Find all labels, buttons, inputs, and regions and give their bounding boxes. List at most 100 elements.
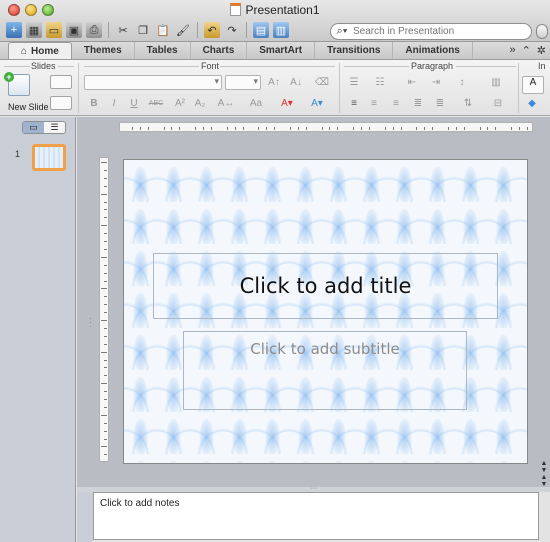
horizontal-ruler[interactable] xyxy=(119,122,533,132)
decrease-indent-icon[interactable]: ⇤ xyxy=(404,75,420,90)
notes-pane[interactable]: Click to add notes xyxy=(93,492,539,540)
notes-placeholder-text: Click to add notes xyxy=(100,498,180,509)
tab-animations[interactable]: Animations xyxy=(393,42,473,59)
toolbar-toggle-button[interactable] xyxy=(536,24,548,39)
font-size-select[interactable] xyxy=(225,75,261,90)
change-case-icon[interactable]: Aa xyxy=(248,96,264,111)
ruler-tick xyxy=(104,391,107,393)
scroll-down-icon[interactable]: ▼ xyxy=(539,467,549,474)
text-box-button[interactable]: A xyxy=(522,76,544,94)
subtitle-placeholder[interactable]: Click to add subtitle xyxy=(183,331,467,410)
font-color-icon[interactable]: A▾ xyxy=(279,96,295,111)
cut-icon[interactable]: ✂ xyxy=(115,22,131,38)
bold-icon[interactable]: B xyxy=(86,96,102,111)
tab-charts[interactable]: Charts xyxy=(191,42,248,59)
ruler-tick xyxy=(101,162,107,163)
ruler-tick xyxy=(487,127,489,130)
slides-view-icon[interactable]: ▭ xyxy=(23,122,44,133)
strikethrough-icon[interactable]: ABC xyxy=(148,96,164,111)
character-spacing-icon[interactable]: A↔ xyxy=(218,96,235,111)
chevron-right-icon[interactable]: » xyxy=(509,44,515,57)
plus-icon: + xyxy=(4,72,14,82)
distributed-icon[interactable]: ≣ xyxy=(432,96,448,111)
text-direction-icon[interactable]: ⇅ xyxy=(460,96,476,111)
tab-home[interactable]: ⌂ Home xyxy=(8,42,72,59)
new-slide-button[interactable]: + New Slide xyxy=(4,72,49,114)
ruler-tick xyxy=(234,127,236,130)
section-button[interactable] xyxy=(50,96,72,110)
tab-transitions[interactable]: Transitions xyxy=(315,42,394,59)
paste-icon[interactable]: 📋 xyxy=(155,22,171,38)
toolbar-divider xyxy=(246,22,247,38)
save-icon[interactable]: ▣ xyxy=(66,22,82,38)
numbering-icon[interactable]: ☷ xyxy=(372,75,388,90)
slide-thumbnail[interactable] xyxy=(32,144,66,171)
superscript-icon[interactable]: A² xyxy=(172,96,188,111)
open-icon[interactable]: ▭ xyxy=(46,22,62,38)
increase-indent-icon[interactable]: ⇥ xyxy=(428,75,444,90)
pane-splitter-handle[interactable]: · · · xyxy=(89,315,92,331)
scroll-up-icon[interactable]: ▲ xyxy=(539,460,549,467)
tab-tables[interactable]: Tables xyxy=(135,42,191,59)
gallery-icon[interactable]: ▥ xyxy=(273,22,289,38)
justify-icon[interactable]: ≣ xyxy=(410,96,426,111)
line-spacing-icon[interactable]: ↕ xyxy=(454,75,470,90)
align-right-icon[interactable]: ≡ xyxy=(388,96,404,111)
ruler-tick xyxy=(104,233,107,235)
vertical-ruler[interactable] xyxy=(99,157,109,462)
align-left-icon[interactable]: ≡ xyxy=(346,96,362,111)
pane-view-toggle[interactable]: ▭ ☰ xyxy=(22,121,66,134)
redo-icon[interactable]: ↷ xyxy=(224,22,240,38)
search-field[interactable]: ⌕▾ xyxy=(330,23,532,40)
subscript-icon[interactable]: A₂ xyxy=(192,96,208,111)
group-divider xyxy=(339,63,340,113)
gear-icon[interactable]: ✲ xyxy=(537,44,546,57)
underline-icon[interactable]: U xyxy=(126,96,142,111)
ruler-tick xyxy=(329,127,331,130)
ruler-tick xyxy=(368,127,370,130)
increase-font-icon[interactable]: A↑ xyxy=(266,75,282,90)
font-name-select[interactable] xyxy=(84,75,222,90)
ruler-tick xyxy=(104,312,107,314)
search-input[interactable] xyxy=(353,26,523,37)
ruler-tick xyxy=(511,127,513,130)
bullets-icon[interactable]: ☰ xyxy=(346,75,362,90)
title-placeholder[interactable]: Click to add title xyxy=(153,253,498,319)
scroll-up-icon[interactable]: ▲ xyxy=(539,474,549,481)
ruler-tick xyxy=(455,127,457,130)
tab-themes[interactable]: Themes xyxy=(72,42,135,59)
ruler-tick xyxy=(104,217,107,219)
group-divider xyxy=(78,63,79,113)
align-text-icon[interactable]: ⊟ xyxy=(490,96,506,111)
shape-icon[interactable]: ◆ xyxy=(524,96,540,111)
ruler-tick xyxy=(179,127,181,130)
new-icon[interactable]: + xyxy=(6,22,22,38)
templates-icon[interactable]: ▦ xyxy=(26,22,42,38)
ruler-tick xyxy=(305,127,307,130)
tab-label: Tables xyxy=(146,45,178,56)
format-painter-icon[interactable]: 🖌 xyxy=(175,22,191,38)
columns-icon[interactable]: ▥ xyxy=(488,75,504,90)
print-icon[interactable]: ⎙ xyxy=(86,22,102,38)
clear-formatting-icon[interactable]: ⌫ xyxy=(314,75,330,90)
ruler-tick xyxy=(104,177,107,179)
window-title: Presentation1 xyxy=(0,3,550,17)
chevron-up-icon[interactable]: ⌃ xyxy=(522,44,531,57)
slide-canvas[interactable]: Click to add title Click to add subtitle xyxy=(123,159,528,464)
group-divider xyxy=(518,63,519,113)
ruler-tick xyxy=(519,127,520,130)
layout-button[interactable] xyxy=(50,75,72,89)
align-center-icon[interactable]: ≡ xyxy=(366,96,382,111)
scroll-controls[interactable]: ▲ ▼ ▲ ▼ xyxy=(539,460,549,488)
outline-view-icon[interactable]: ☰ xyxy=(44,122,65,133)
ruler-tick xyxy=(139,127,141,130)
group-label-insert: In xyxy=(538,61,546,71)
undo-icon[interactable]: ↶ xyxy=(204,22,220,38)
tab-smartart[interactable]: SmartArt xyxy=(247,42,316,59)
decrease-font-icon[interactable]: A↓ xyxy=(288,75,304,90)
copy-icon[interactable]: ❐ xyxy=(135,22,151,38)
text-effects-icon[interactable]: A▾ xyxy=(309,96,325,111)
italic-icon[interactable]: I xyxy=(106,96,122,111)
search-icon[interactable]: ⌕▾ xyxy=(331,25,353,38)
media-icon[interactable]: ▤ xyxy=(253,22,269,38)
